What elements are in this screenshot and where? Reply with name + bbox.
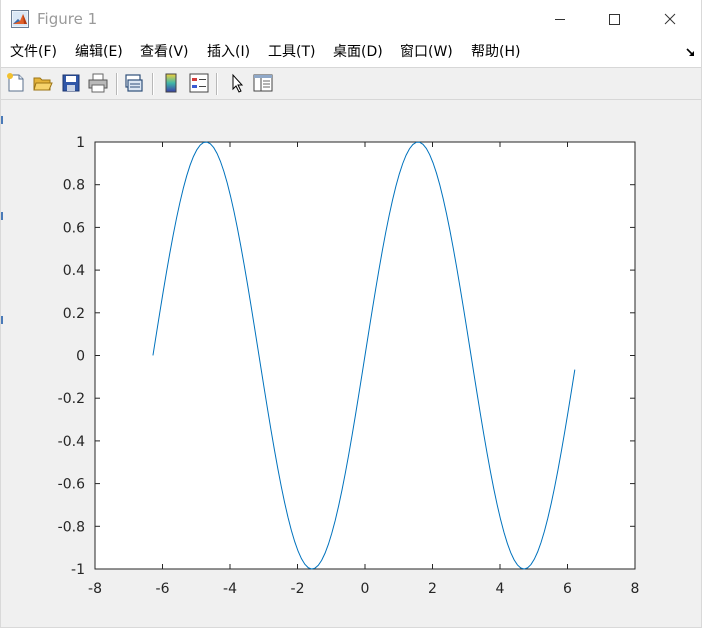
- y-tick-label: -0.4: [58, 434, 85, 450]
- save-icon[interactable]: [60, 72, 82, 94]
- minimize-icon: [555, 19, 565, 20]
- y-tick-label: 0.2: [63, 306, 85, 322]
- y-tick-label: -0.8: [58, 519, 85, 535]
- menu-insert[interactable]: 插入(I): [207, 44, 250, 61]
- figure-canvas: -8 -6 -4 -2 0 2 4 6 8 -1 -0.8 -0.6 -0.4 -0.2 0 0.2 0.4 0…: [1, 100, 701, 627]
- print-icon[interactable]: [87, 72, 109, 94]
- menu-file[interactable]: 文件(F): [10, 44, 57, 61]
- y-tick-label: 1: [76, 135, 85, 151]
- menu-window[interactable]: 窗口(W): [400, 44, 453, 61]
- link-plot-icon[interactable]: [123, 72, 145, 94]
- menu-desktop[interactable]: 桌面(D): [333, 44, 383, 61]
- property-inspector-icon[interactable]: [252, 72, 274, 94]
- toolbar-separator: [152, 73, 154, 95]
- y-tick-label: 0.4: [63, 263, 85, 279]
- menu-tools[interactable]: 工具(T): [268, 44, 315, 61]
- x-tick-label: 6: [563, 581, 572, 597]
- menu-edit[interactable]: 编辑(E): [75, 44, 123, 61]
- window-edge-marker: [1, 212, 3, 220]
- toolbar: [1, 68, 701, 100]
- x-tick-label: -6: [156, 581, 170, 597]
- insert-colorbar-icon[interactable]: [160, 72, 182, 94]
- y-tick-label: -1: [71, 562, 85, 578]
- matlab-logo-icon: [11, 10, 29, 28]
- x-tick-label: 8: [631, 581, 640, 597]
- insert-legend-icon[interactable]: [188, 72, 210, 94]
- dock-arrow-icon[interactable]: [685, 46, 697, 58]
- x-tick-label: -2: [291, 581, 305, 597]
- y-tick-label: -0.2: [58, 391, 85, 407]
- x-tick-label: 2: [428, 581, 437, 597]
- x-tick-label: 0: [361, 581, 370, 597]
- edit-plot-icon[interactable]: [226, 72, 248, 94]
- x-tick-label: -4: [223, 581, 237, 597]
- maximize-button[interactable]: [591, 0, 637, 38]
- y-tick-label: 0: [76, 349, 85, 365]
- y-tick-label: 0.8: [63, 178, 85, 194]
- menu-help[interactable]: 帮助(H): [471, 44, 520, 61]
- window-edge-marker: [1, 316, 3, 324]
- y-tick-label: 0.6: [63, 220, 85, 236]
- minimize-button[interactable]: [537, 0, 583, 38]
- new-figure-icon[interactable]: [5, 72, 27, 94]
- menu-bar: 文件(F) 编辑(E) 查看(V) 插入(I) 工具(T) 桌面(D) 窗口(W…: [1, 38, 701, 68]
- maximize-icon: [609, 14, 620, 25]
- close-button[interactable]: [647, 0, 693, 38]
- y-tick-label: -0.6: [58, 477, 85, 493]
- figure-window: Figure 1 文件(F) 编辑(E) 查看(V) 插入(I) 工具(T) 桌…: [0, 0, 702, 628]
- open-file-icon[interactable]: [32, 72, 54, 94]
- title-bar[interactable]: Figure 1: [1, 0, 701, 38]
- window-edge-marker: [1, 116, 3, 124]
- toolbar-separator: [116, 73, 118, 95]
- close-icon: [664, 13, 676, 25]
- x-tick-label: -8: [88, 581, 102, 597]
- window-title: Figure 1: [37, 10, 98, 28]
- plot-axes[interactable]: -8 -6 -4 -2 0 2 4 6 8 -1 -0.8 -0.6 -0.4 -0.2 0 0.2 0.4 0…: [1, 100, 701, 627]
- toolbar-separator: [216, 73, 218, 95]
- menu-view[interactable]: 查看(V): [140, 44, 189, 61]
- x-tick-label: 4: [496, 581, 505, 597]
